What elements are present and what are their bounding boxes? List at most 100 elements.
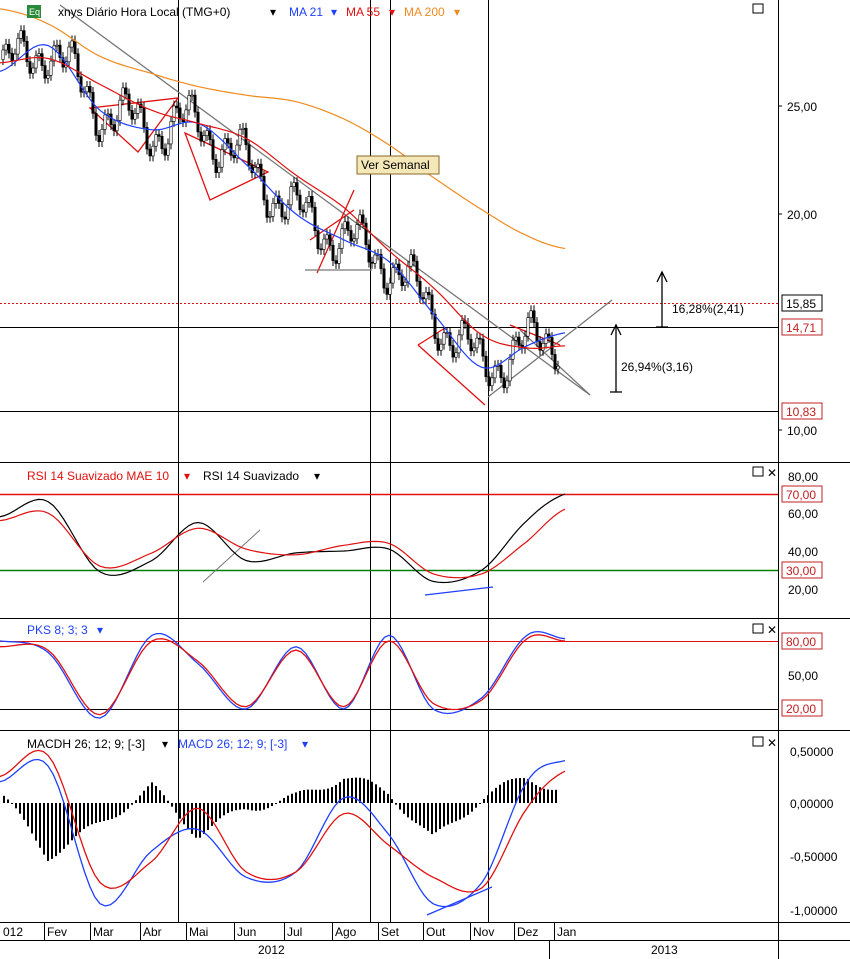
macd-histogram-bar [299,790,301,803]
price-candle-body [154,134,158,147]
macd-histogram-bar [487,795,489,803]
macd-histogram-bar [327,788,329,803]
price-candle-body [202,135,206,142]
macd-histogram-bar [135,800,137,803]
price-candle-body [370,261,374,264]
macd-histogram-bar [363,778,365,803]
price-candle-body [421,297,425,300]
y-tick-20: 20,00 [787,208,817,222]
price-candle-body [259,163,263,177]
price-candle-body [514,336,518,341]
price-candle-body [136,103,140,114]
macd-histogram-bar [35,803,37,841]
macd-histogram-bar [479,803,481,804]
price-candle-body [415,260,419,282]
legend-ma200[interactable]: MA 200 [404,5,445,19]
price-candle-body [28,61,32,74]
legend-ma55[interactable]: MA 55 [346,5,380,19]
title-dropdown-icon[interactable]: ▾ [270,5,276,19]
pks-maximize-icon[interactable] [752,623,764,634]
price-candle-body [295,182,299,196]
macd-histogram-bar [275,803,277,804]
macd-maximize-icon[interactable] [752,736,764,747]
macd-histogram-bar [179,803,181,819]
price-candle-body [70,40,74,48]
macd-histogram-bar [103,803,105,822]
macd-histogram-bar [287,795,289,803]
macd-histogram-bar [27,803,29,827]
macd-histogram-bar [411,803,413,821]
macd-histogram-bar [455,803,457,822]
price-candle-body [484,355,488,378]
rsi-level-70-text: 70,00 [786,488,816,502]
price-tag-current-text: 15,85 [786,297,816,311]
price-candle-body [265,199,269,218]
legend-ma21[interactable]: MA 21 [289,5,323,19]
macd-histogram-bar [251,803,253,811]
macd-histogram-bar [59,803,61,853]
ver-semanal-label[interactable]: Ver Semanal [361,158,430,172]
legend-macdh[interactable]: MACDH 26; 12; 9; [-3] [27,737,145,751]
price-candle-body [199,131,203,142]
macd-histogram-bar [491,791,493,803]
price-candle-body [175,105,179,109]
price-candle-body [85,86,89,93]
price-candle-body [529,310,533,318]
svg-text:▾: ▾ [302,737,308,751]
price-candle-body [439,343,443,351]
macd-histogram-bar [359,777,361,803]
price-candle-body [187,95,191,111]
legend-rsi[interactable]: RSI 14 Suavizado [203,469,299,483]
legend-pks[interactable]: PKS 8; 3; 3 [27,623,88,637]
price-candle-body [466,323,470,340]
macd-histogram-bar [63,803,65,849]
price-candle-body [49,60,53,76]
price-candle-body [178,107,182,120]
price-candle-body [94,113,98,136]
price-candle-body [451,345,455,358]
price-candle-body [1,49,5,60]
price-candle-body [157,134,161,137]
rsi-level-30-text: 30,00 [786,564,816,578]
legend-macd[interactable]: MACD 26; 12; 9; [-3] [178,737,287,751]
maximize-icon[interactable] [752,3,764,14]
year-label-2012: 2012 [258,943,285,957]
macd-close-icon[interactable]: ✕ [767,736,777,750]
price-candle-body [268,216,272,218]
price-candle-body [373,254,377,264]
macd-histogram-bar [271,803,273,807]
macd-histogram-bar [475,803,477,808]
svg-text:▾: ▾ [314,469,320,483]
macd-histogram-bar [391,799,393,803]
macd-histogram-bar [47,803,49,861]
macd-y-tick-neg-0-5: -0,50000 [790,850,838,864]
pks-y-tick-50: 50,00 [788,669,818,683]
price-candle-body [67,46,71,63]
macd-histogram-bar [351,777,353,803]
macd-histogram-bar [315,789,317,803]
price-panel-title[interactable]: xnys Diário Hora Local (TMG+0) [58,5,230,19]
macd-histogram-bar [167,800,169,803]
price-candle-body [205,130,209,136]
price-candle-body [97,135,101,142]
macd-histogram-bar [347,778,349,803]
macd-histogram-bar [99,803,101,823]
price-candle-body [271,202,275,217]
macd-histogram-bar [15,803,17,809]
rsi-close-icon[interactable]: ✕ [767,466,777,480]
legend-rsi-mae[interactable]: RSI 14 Suavizado MAE 10 [27,469,169,483]
x-tick-label-dez: Dez [517,925,538,939]
rsi-maximize-icon[interactable] [752,466,764,477]
price-candle-body [16,38,20,55]
price-candle-body [424,291,428,300]
price-candle-body [88,86,92,93]
macd-histogram-bar [467,803,469,815]
macd-y-tick-0-5: 0,50000 [790,745,834,759]
macd-histogram-bar [31,803,33,834]
macd-histogram-bar [119,803,121,816]
price-candle-body [217,166,221,173]
pks-close-icon[interactable]: ✕ [767,623,777,637]
macd-histogram-bar [499,784,501,803]
price-candle-body [40,53,44,66]
price-candle-body [43,65,47,79]
